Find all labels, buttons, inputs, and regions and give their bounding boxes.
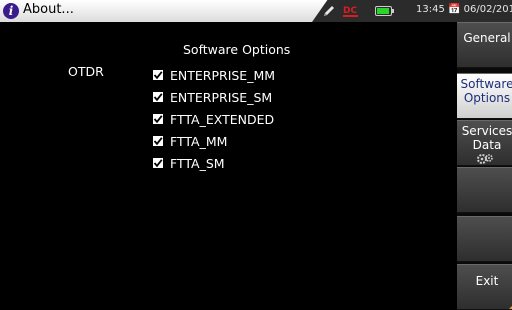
software-options-list: ENTERPRISE_MM ENTERPRISE_SM FTTA_EXTENDED F…	[153, 64, 275, 174]
main-content: Software Options OTDR ENTERPRISE_MM ENTER…	[8, 22, 455, 310]
softkey-software-label-line1: Software	[460, 77, 512, 91]
softkey-sidebar: General Software Options Services Data E…	[457, 22, 512, 310]
date-label: 06/02/2018	[463, 4, 512, 15]
window-title: About...	[23, 2, 74, 17]
option-row: ENTERPRISE_MM	[153, 64, 275, 86]
option-row: FTTA_EXTENDED	[153, 108, 275, 130]
softkey-services-label-line2: Data	[472, 138, 502, 152]
section-heading: Software Options	[183, 42, 291, 57]
option-label: FTTA_MM	[170, 133, 228, 149]
checkbox-icon	[153, 136, 163, 146]
pen-icon	[324, 6, 334, 16]
option-label: FTTA_EXTENDED	[170, 111, 275, 127]
softkey-general[interactable]: General	[457, 22, 512, 68]
clock: 13:45 📅 06/02/2018	[416, 4, 512, 15]
option-row: FTTA_MM	[153, 130, 275, 152]
option-label: ENTERPRISE_MM	[170, 67, 276, 83]
softkey-general-label: General	[463, 31, 511, 45]
softkey-exit[interactable]: Exit	[457, 264, 512, 310]
checkbox-icon	[153, 114, 163, 124]
softkey-exit-label: Exit	[475, 274, 499, 288]
gears-icon	[477, 154, 493, 164]
option-label: FTTA_SM	[170, 155, 225, 171]
title-bar: i About... DC 13:45 📅 06/02/2018	[0, 0, 512, 22]
time-label: 13:45	[416, 4, 445, 15]
softkey-services-data[interactable]: Services Data	[457, 120, 512, 166]
softkey-empty-2[interactable]	[457, 216, 512, 262]
option-row: ENTERPRISE_SM	[153, 86, 275, 108]
softkey-empty-1[interactable]	[457, 167, 512, 213]
softkey-software-options[interactable]: Software Options	[457, 73, 512, 119]
softkey-services-label-line1: Services	[461, 124, 512, 138]
info-icon: i	[3, 3, 19, 19]
svg-text:DC: DC	[343, 6, 357, 16]
checkbox-icon	[153, 70, 163, 80]
dc-connection-icon: DC	[343, 6, 358, 17]
softkey-software-label-line2: Options	[463, 91, 511, 105]
option-label: ENTERPRISE_SM	[170, 89, 273, 105]
checkbox-icon	[153, 158, 163, 168]
checkbox-icon	[153, 92, 163, 102]
calendar-icon: 📅	[448, 4, 461, 15]
option-row: FTTA_SM	[153, 152, 275, 174]
category-label: OTDR	[68, 64, 104, 79]
battery-icon	[375, 6, 394, 16]
